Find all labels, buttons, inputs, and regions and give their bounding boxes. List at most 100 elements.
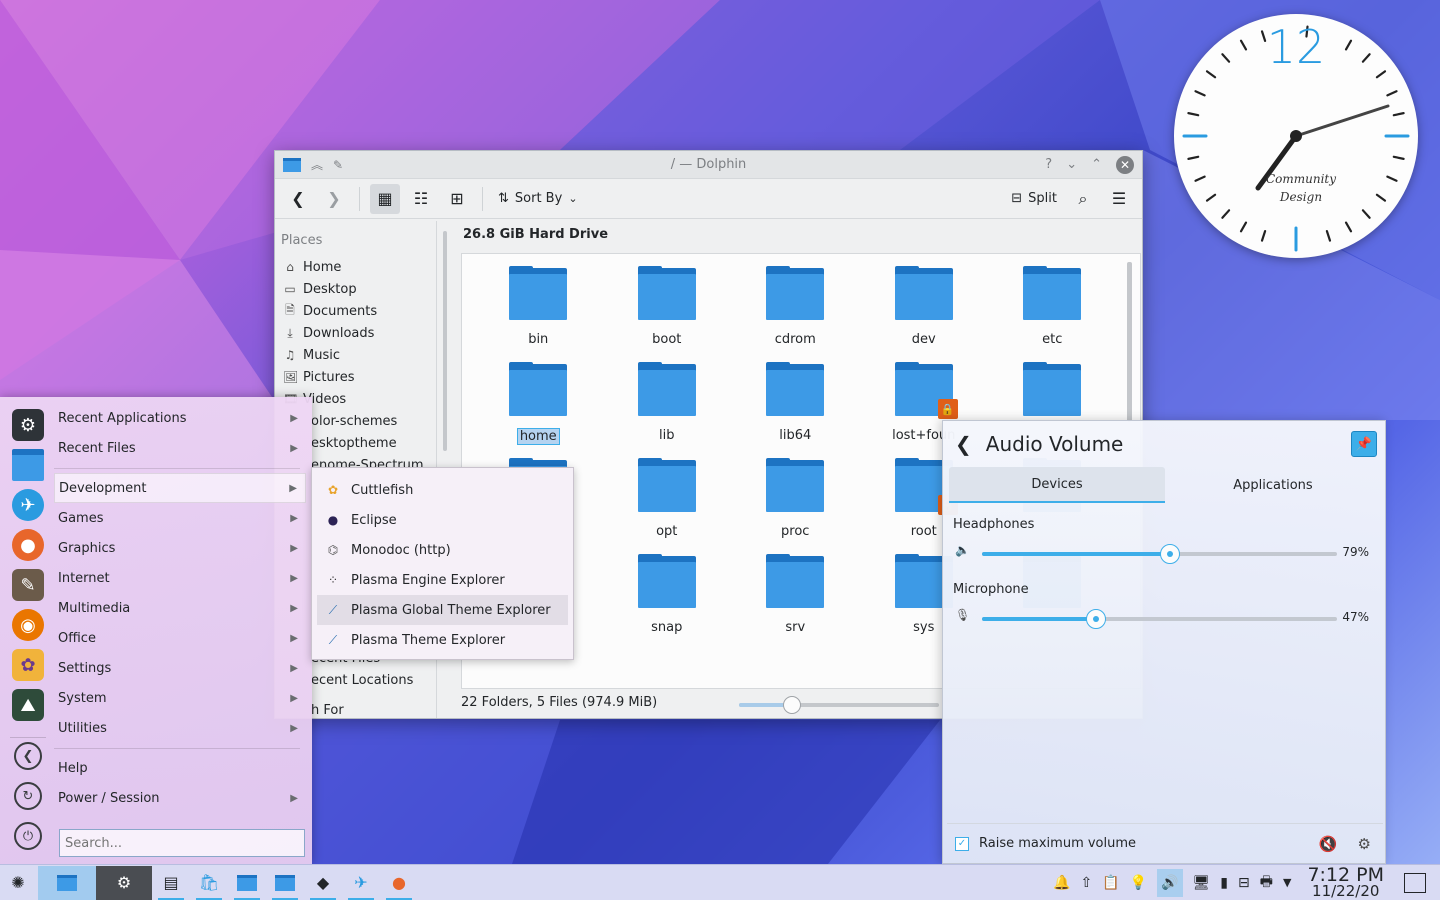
raise-max-volume-checkbox[interactable]: ✓ — [955, 836, 969, 851]
dolphin-fav-icon[interactable] — [12, 449, 44, 481]
shutdown-icon[interactable]: ⏻ — [14, 822, 42, 850]
updates-icon[interactable]: ⇧ — [1080, 875, 1092, 891]
launcher-menu-item[interactable]: System ▶ — [54, 683, 306, 713]
folder-item[interactable]: lib64 — [731, 362, 860, 458]
file-view-scrollbar[interactable] — [1127, 262, 1132, 422]
launcher-menu-item[interactable]: Power / Session ▶ — [54, 783, 306, 813]
folder-item[interactable]: opt — [603, 458, 732, 554]
compact-view-button[interactable]: ☷ — [406, 184, 436, 214]
folder-item[interactable]: srv — [731, 554, 860, 650]
volume-slider[interactable] — [982, 609, 1337, 629]
launcher-search-input[interactable] — [59, 829, 305, 857]
launcher-menu-item[interactable]: Office ▶ — [54, 623, 306, 653]
split-button[interactable]: ⊟ Split — [1006, 184, 1062, 214]
folder-item[interactable]: cdrom — [731, 266, 860, 362]
launcher-menu-item[interactable]: Graphics ▶ — [54, 533, 306, 563]
volume-slider-handle[interactable] — [1160, 544, 1181, 564]
folder-item[interactable]: lib — [603, 362, 732, 458]
submenu-item[interactable]: ⟋ Plasma Global Theme Explorer — [317, 595, 568, 625]
digital-clock[interactable]: 7:12 PM 11/22/20 — [1307, 865, 1384, 899]
place-item[interactable]: ⤓ Downloads — [281, 322, 436, 344]
close-button[interactable]: ✕ — [1116, 155, 1134, 174]
discover-icon[interactable]: ✈ — [12, 489, 44, 521]
launcher-menu-item[interactable]: Games ▶ — [54, 503, 306, 533]
task-dolphin-1[interactable] — [228, 866, 266, 900]
firefox-icon[interactable]: ● — [12, 529, 44, 561]
icons-view-button[interactable]: ▦ — [370, 183, 400, 214]
folder-item[interactable]: bin — [474, 266, 603, 362]
place-item[interactable]: ecent Locations — [311, 673, 413, 688]
network-icon[interactable]: 🖥 — [1193, 875, 1211, 891]
launcher-menu-item[interactable]: Development ▶ — [54, 473, 306, 503]
restart-icon[interactable]: ↻ — [14, 782, 42, 810]
help-icon[interactable]: ? — [1045, 157, 1052, 172]
leave-icon[interactable]: ❮ — [14, 742, 42, 770]
configure-audio-icon[interactable]: ⚙ — [1358, 835, 1371, 853]
zoom-slider-handle[interactable] — [783, 696, 801, 714]
place-item[interactable]: 🖼 Pictures — [281, 366, 436, 388]
tab-devices[interactable]: Devices — [949, 467, 1165, 503]
place-item[interactable]: ⌂ Home — [281, 256, 436, 278]
folder-item[interactable]: etc — [988, 266, 1117, 362]
details-view-button[interactable]: ⊞ — [442, 184, 472, 214]
submenu-item[interactable]: ● Eclipse — [317, 505, 568, 535]
launcher-menu-item[interactable]: Settings ▶ — [54, 653, 306, 683]
task-discover[interactable]: ✈ — [342, 866, 380, 900]
place-item[interactable]: ▭ Desktop — [281, 278, 436, 300]
task-dolphin-2[interactable] — [266, 866, 304, 900]
system-settings-icon[interactable]: ⚙ — [12, 409, 44, 441]
back-icon[interactable]: ❮ — [955, 432, 972, 456]
application-launcher-button[interactable]: ✺ — [0, 866, 36, 900]
task-firefox[interactable]: ● — [380, 866, 418, 900]
printer-icon[interactable]: 🖶 — [1260, 871, 1273, 895]
folder-item[interactable]: snap — [603, 554, 732, 650]
launcher-menu-item[interactable]: Recent Applications ▶ — [54, 403, 306, 433]
maximize-icon[interactable]: ⌃ — [1091, 157, 1102, 172]
task-konsole[interactable]: ▤ — [152, 866, 190, 900]
notifications-icon[interactable]: 🔔 — [1053, 875, 1070, 891]
volume-slider[interactable] — [982, 544, 1337, 564]
gimp-icon[interactable]: ✎ — [12, 569, 44, 601]
search-button[interactable]: ⌕ — [1068, 184, 1098, 214]
pin-icon[interactable]: ✎ — [333, 158, 343, 172]
task-inkscape[interactable]: ◆ — [304, 866, 342, 900]
night-color-icon[interactable]: 💡 — [1130, 875, 1147, 891]
display-config-icon[interactable]: ⊟ — [1238, 875, 1250, 891]
folder-item[interactable]: home — [474, 362, 603, 458]
back-button[interactable]: ❮ — [283, 184, 313, 214]
volume-slider-handle[interactable] — [1085, 609, 1106, 629]
keep-open-pin-button[interactable]: 📌 — [1351, 431, 1377, 457]
window-titlebar[interactable]: ︽ ✎ / — Dolphin ? ⌄ ⌃ ✕ — [275, 151, 1142, 179]
show-desktop-button[interactable] — [1404, 872, 1426, 893]
analog-clock-widget[interactable]: 12 Community Design — [1174, 14, 1418, 258]
task-system-settings[interactable]: ⚙ — [96, 865, 152, 900]
places-scrollbar[interactable] — [443, 231, 447, 451]
zoom-slider[interactable] — [739, 696, 939, 714]
place-item[interactable]: 🗎 Documents — [281, 300, 436, 322]
submenu-item[interactable]: ⟋ Plasma Theme Explorer — [317, 625, 568, 655]
mute-all-icon[interactable]: 🔇 — [1319, 835, 1338, 853]
volume-icon[interactable]: 🔊 — [1157, 868, 1183, 897]
minimize-icon[interactable]: ⌄ — [1066, 157, 1077, 172]
sort-by-button[interactable]: ⇅ Sort By ⌄ — [493, 184, 583, 214]
dolphin-app-icon[interactable] — [283, 157, 301, 172]
launcher-menu-item[interactable]: Utilities ▶ — [54, 713, 306, 743]
launcher-menu-item[interactable]: Internet ▶ — [54, 563, 306, 593]
submenu-item[interactable]: ⁘ Plasma Engine Explorer — [317, 565, 568, 595]
submenu-item[interactable]: ⌬ Monodoc (http) — [317, 535, 568, 565]
launcher-menu-item[interactable]: Multimedia ▶ — [54, 593, 306, 623]
keep-above-icon[interactable]: ︽ — [311, 156, 323, 173]
blender-icon[interactable]: ◉ — [12, 609, 44, 641]
hamburger-menu-button[interactable]: ☰ — [1104, 184, 1134, 214]
system-monitor-icon[interactable]: ⛰ — [12, 689, 44, 721]
task-discover-store[interactable]: 🛍 — [190, 866, 228, 900]
forward-button[interactable]: ❯ — [319, 184, 349, 214]
folder-item[interactable]: proc — [731, 458, 860, 554]
clipboard-icon[interactable]: 📋 — [1102, 875, 1119, 891]
microphone-icon[interactable]: 🎙 — [955, 608, 970, 622]
place-item[interactable]: ♫ Music — [281, 344, 436, 366]
tab-applications[interactable]: Applications — [1165, 467, 1381, 503]
tray-expand-icon[interactable]: ▼ — [1283, 876, 1291, 889]
launcher-menu-item[interactable]: Help — [54, 753, 306, 783]
folder-item[interactable]: boot — [603, 266, 732, 362]
